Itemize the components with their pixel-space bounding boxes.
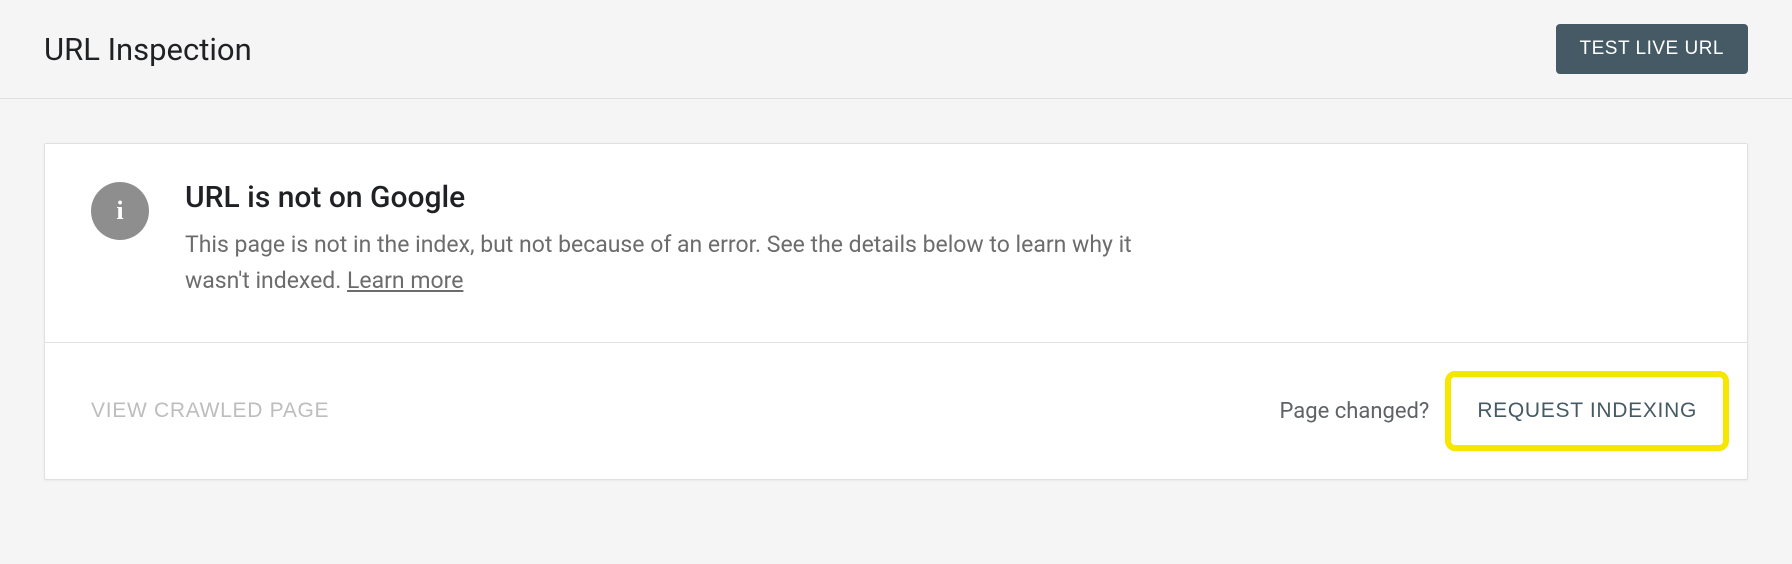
request-indexing-button[interactable]: REQUEST INDEXING bbox=[1445, 371, 1729, 451]
info-icon-glyph: i bbox=[116, 196, 123, 226]
page-title: URL Inspection bbox=[44, 31, 252, 68]
status-description-text: This page is not in the index, but not b… bbox=[185, 231, 1132, 294]
status-card: i URL is not on Google This page is not … bbox=[44, 143, 1748, 480]
status-description: This page is not in the index, but not b… bbox=[185, 227, 1195, 298]
test-live-url-button[interactable]: TEST LIVE URL bbox=[1556, 24, 1748, 74]
footer-right: Page changed? REQUEST INDEXING bbox=[1280, 371, 1729, 451]
info-icon: i bbox=[91, 182, 149, 240]
card-footer: VIEW CRAWLED PAGE Page changed? REQUEST … bbox=[45, 342, 1747, 479]
content-area: i URL is not on Google This page is not … bbox=[0, 99, 1792, 524]
card-main: i URL is not on Google This page is not … bbox=[45, 144, 1747, 342]
learn-more-link[interactable]: Learn more bbox=[347, 267, 463, 294]
page-header: URL Inspection TEST LIVE URL bbox=[0, 0, 1792, 99]
status-title: URL is not on Google bbox=[185, 180, 1701, 215]
view-crawled-page-button: VIEW CRAWLED PAGE bbox=[91, 399, 329, 423]
page-changed-label: Page changed? bbox=[1280, 399, 1430, 424]
card-text: URL is not on Google This page is not in… bbox=[185, 180, 1701, 298]
